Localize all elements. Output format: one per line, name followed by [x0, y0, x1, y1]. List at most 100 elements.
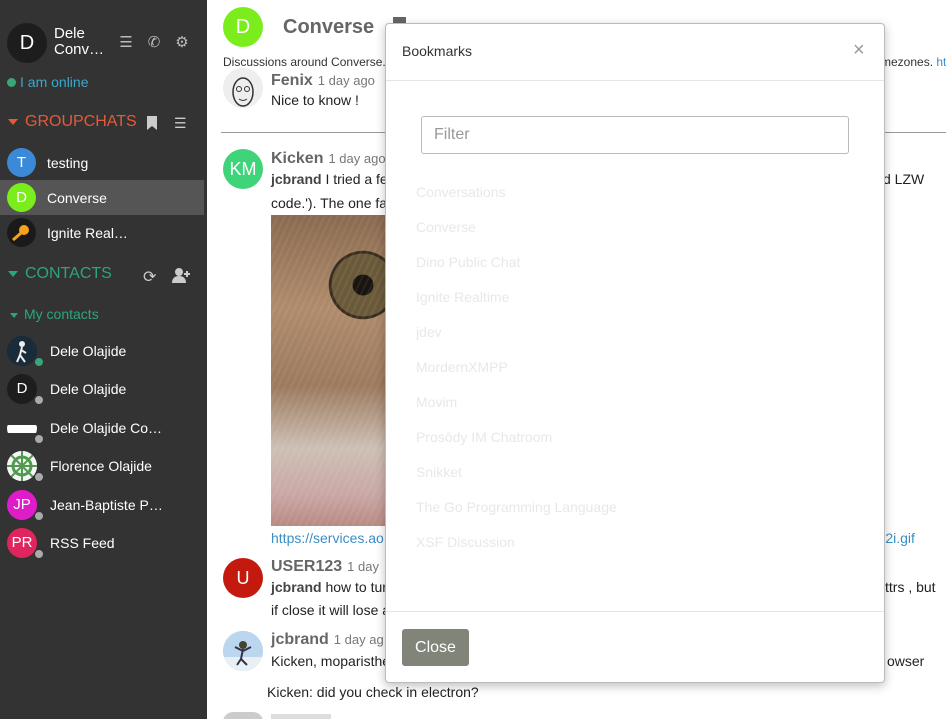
contact-name: Dele Olajide	[50, 343, 127, 359]
offline-status-icon	[34, 549, 44, 559]
bookmark-item[interactable]: Snikket	[416, 464, 462, 480]
message-author[interactable]: USER123 1 day	[271, 558, 379, 576]
bookmark-item[interactable]: Conversations	[416, 184, 506, 200]
groupchats-heading-label: GROUPCHATS	[25, 113, 137, 130]
bookmarks-modal: Bookmarks × Conversations Converse Dino …	[385, 23, 885, 683]
message-time: 1 day ago	[317, 73, 375, 88]
message-avatar: KM	[223, 149, 263, 189]
status-text: I am online	[20, 74, 89, 90]
message-text-tail: owser	[887, 653, 925, 669]
online-status-icon	[34, 357, 44, 367]
ignite-logo-icon	[7, 218, 36, 247]
contact-item[interactable]: PR RSS Feed	[0, 525, 204, 561]
image-link[interactable]: https://services.ao	[271, 530, 384, 546]
message-text-tail: d LZW	[883, 171, 925, 187]
message-time: 1 day	[347, 559, 379, 574]
bookmark-item[interactable]: jdev	[416, 324, 442, 340]
bookmark-item[interactable]: The Go Programming Language	[416, 499, 617, 515]
contact-item[interactable]: Dele Olajide	[0, 333, 204, 369]
message-text-line2: code.'). The one fa	[271, 195, 388, 211]
user-name[interactable]: Dele Conv…	[54, 26, 110, 58]
list-icon[interactable]: ☰	[174, 115, 187, 132]
groupchats-heading[interactable]: GROUPCHATS	[8, 113, 137, 131]
message-text-line2: if close it will lose a	[271, 602, 391, 618]
bookmark-item[interactable]: Ignite Realtime	[416, 289, 509, 305]
message-time: 1 day ag	[333, 632, 384, 647]
message-text-part: how to tur	[321, 579, 387, 595]
room-avatar: D	[223, 7, 263, 47]
bookmark-item[interactable]: Dino Public Chat	[416, 254, 520, 270]
room-description-tail: mezones. ht	[881, 55, 946, 69]
bookmark-item[interactable]: XSF Discussion	[416, 534, 515, 550]
message-author[interactable]: jcbrand 1 day ag	[271, 631, 384, 649]
message-text-line2: Kicken: did you check in electron?	[267, 684, 479, 700]
message-author-name: USER123	[271, 558, 343, 575]
contact-name: Jean-Baptiste P…	[50, 497, 163, 513]
contact-item[interactable]: JP Jean-Baptiste P…	[0, 487, 204, 523]
user-name-line2: Conv…	[54, 42, 105, 58]
caret-down-icon	[8, 118, 18, 125]
room-avatar: D	[7, 183, 36, 212]
room-item-ignite-realtime[interactable]: Ignite Real…	[0, 215, 204, 250]
offline-status-icon	[34, 511, 44, 521]
room-label: Converse	[47, 190, 107, 206]
refresh-icon[interactable]: ⟳	[143, 267, 156, 287]
bookmark-filter-input[interactable]	[421, 116, 849, 154]
contact-item[interactable]: Dele Olajide Co…	[0, 410, 204, 446]
caret-down-icon	[10, 312, 18, 318]
phone-icon[interactable]: ✆	[145, 34, 163, 52]
message-time: 1 day ago	[328, 151, 386, 166]
room-description: Discussions around Converse.	[223, 55, 386, 69]
contacts-group-label[interactable]: My contacts	[10, 306, 99, 322]
contact-avatar	[7, 451, 37, 481]
online-status[interactable]: I am online	[7, 74, 88, 90]
user-name-line1: Dele	[54, 26, 85, 42]
mention[interactable]: jcbrand	[271, 579, 322, 595]
contact-avatar: JP	[7, 490, 37, 520]
contact-name: Dele Olajide Co…	[50, 420, 163, 436]
gear-icon[interactable]: ⚙	[173, 34, 191, 52]
message-avatar-partial	[223, 712, 263, 719]
contact-item[interactable]: Florence Olajide	[0, 448, 204, 484]
user-avatar[interactable]: D	[7, 23, 47, 63]
mention[interactable]: jcbrand	[271, 171, 322, 187]
message-text-part: I tried a fe	[321, 171, 388, 187]
room-item-converse[interactable]: D Converse	[0, 180, 204, 215]
offline-status-icon	[34, 395, 44, 405]
bookmark-item[interactable]: Prosōdy IM Chatroom	[416, 429, 552, 445]
close-button[interactable]: Close	[402, 629, 469, 666]
bookmark-item[interactable]: MordernXMPP	[416, 359, 508, 375]
message-author-name: jcbrand	[271, 631, 329, 648]
close-icon[interactable]: ×	[853, 39, 865, 62]
bookmark-item[interactable]: Movim	[416, 394, 457, 410]
offline-status-icon	[34, 434, 44, 444]
contact-avatar: PR	[7, 528, 37, 558]
room-description-link[interactable]: ht	[936, 55, 946, 69]
contact-name: RSS Feed	[50, 535, 115, 551]
contacts-heading[interactable]: CONTACTS	[8, 265, 112, 283]
offline-status-icon	[34, 472, 44, 482]
list-icon[interactable]: ☰	[117, 34, 135, 52]
bookmark-icon[interactable]	[146, 116, 158, 133]
message-avatar	[223, 631, 263, 671]
message-text: Kicken, moparisthe	[271, 653, 391, 669]
room-title: Converse	[283, 16, 375, 38]
modal-footer: Close	[386, 611, 884, 682]
add-user-icon[interactable]	[172, 267, 190, 286]
room-label: Ignite Real…	[47, 225, 128, 241]
room-item-testing[interactable]: T testing	[0, 145, 204, 180]
message-image[interactable]	[271, 215, 386, 526]
message-text: Nice to know !	[271, 92, 359, 108]
contact-avatar	[7, 413, 37, 443]
message-text-tail: ttrs , but	[885, 579, 936, 595]
bookmark-item[interactable]: Converse	[416, 219, 476, 235]
contacts-group-text: My contacts	[24, 306, 99, 322]
modal-header: Bookmarks ×	[386, 24, 884, 81]
room-avatar: T	[7, 148, 36, 177]
contact-item[interactable]: D Dele Olajide	[0, 371, 204, 407]
message-author[interactable]: Fenix 1 day ago	[271, 72, 375, 90]
message-author[interactable]: Kicken 1 day ago	[271, 150, 386, 168]
message-text: jcbrand how to tur	[271, 576, 387, 599]
contacts-heading-label: CONTACTS	[25, 265, 112, 282]
contact-name: Florence Olajide	[50, 458, 152, 474]
